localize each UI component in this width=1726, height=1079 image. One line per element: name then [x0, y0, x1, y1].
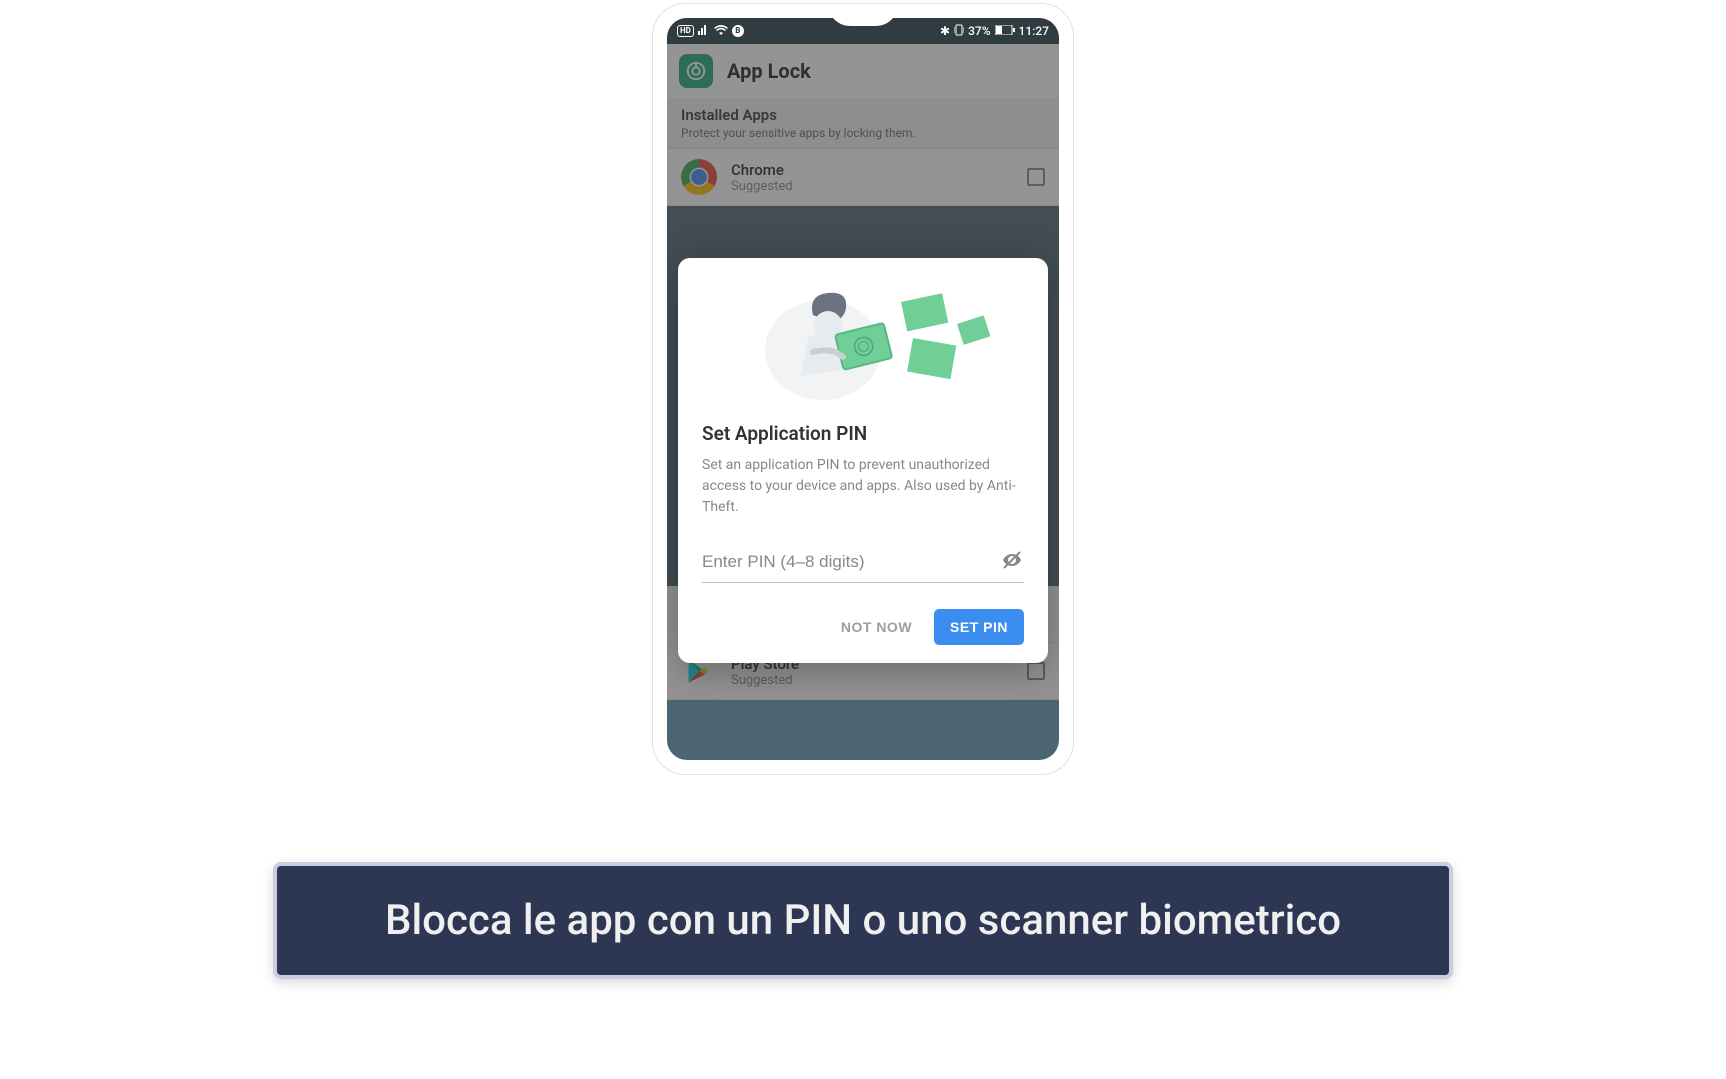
phone-notch	[828, 4, 898, 26]
pin-input-row	[702, 548, 1024, 583]
battery-icon	[995, 24, 1015, 38]
dialog-illustration	[702, 280, 1024, 410]
signal-icon	[698, 24, 710, 38]
hd-badge: HD	[677, 25, 694, 37]
dialog-title: Set Application PIN	[702, 422, 1024, 445]
set-pin-button[interactable]: SET PIN	[934, 609, 1024, 645]
status-time: 11:27	[1019, 24, 1049, 38]
phone-screen: HD B ✱ 37% 11:27	[667, 18, 1059, 760]
not-now-button[interactable]: NOT NOW	[835, 609, 918, 645]
visibility-off-icon[interactable]	[1000, 548, 1024, 576]
vibrate-icon	[954, 24, 964, 39]
caption-banner: Blocca le app con un PIN o uno scanner b…	[273, 862, 1453, 979]
dialog-actions: NOT NOW SET PIN	[702, 609, 1024, 645]
wifi-icon	[714, 24, 728, 38]
bluetooth-icon: ✱	[940, 24, 950, 38]
dialog-body: Set an application PIN to prevent unauth…	[702, 455, 1024, 518]
set-pin-dialog: Set Application PIN Set an application P…	[678, 258, 1048, 663]
pin-input[interactable]	[702, 552, 1000, 572]
battery-percent: 37%	[968, 24, 990, 38]
status-left: HD B	[677, 24, 744, 38]
b-badge: B	[732, 25, 744, 37]
status-right: ✱ 37% 11:27	[940, 24, 1049, 39]
phone-frame: HD B ✱ 37% 11:27	[653, 4, 1073, 774]
